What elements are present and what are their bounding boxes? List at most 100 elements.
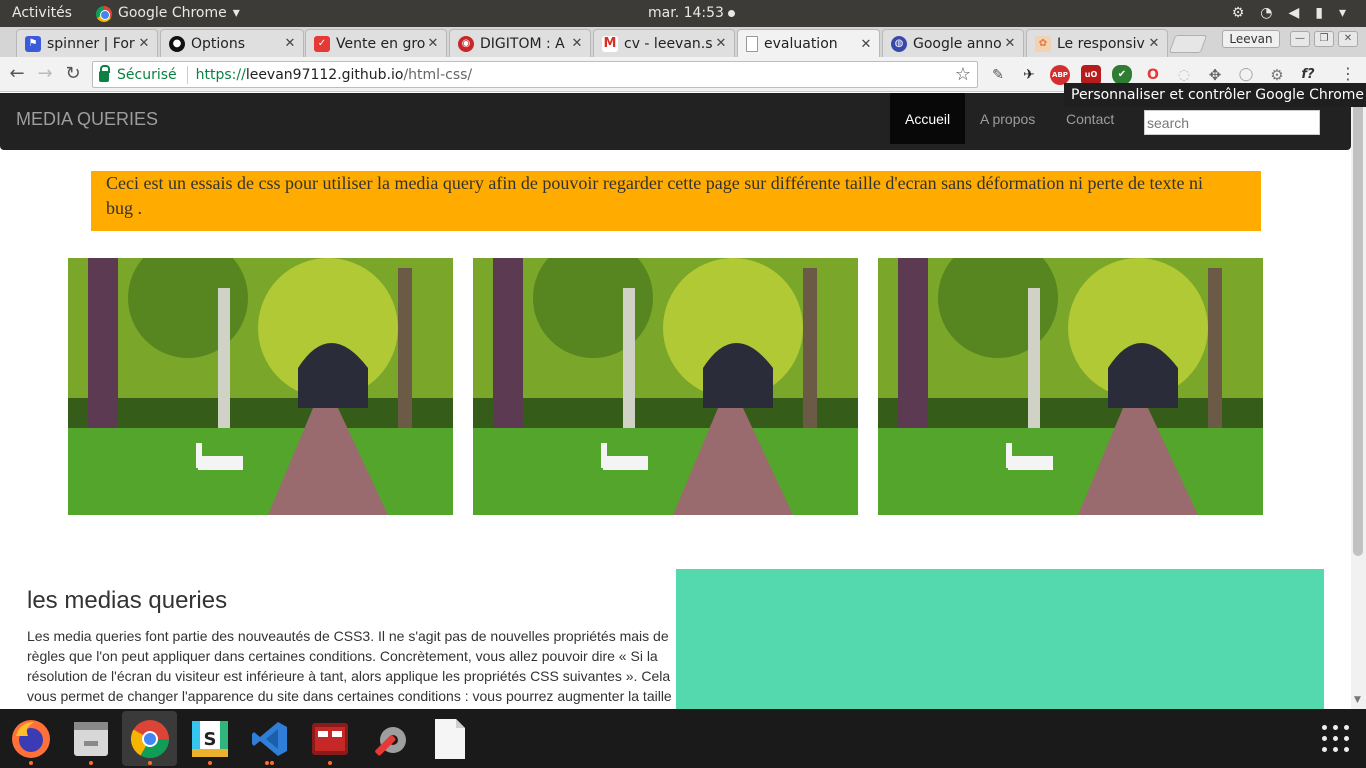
dock-firefox[interactable] <box>3 711 58 766</box>
dock-chrome[interactable] <box>122 711 177 766</box>
move-arrows-icon[interactable]: ✥ <box>1205 65 1225 85</box>
tab-spinner[interactable]: ⚑ spinner | For ✕ <box>16 29 158 57</box>
tab-responsive[interactable]: ✿ Le responsiv ✕ <box>1026 29 1168 57</box>
settings-tools-icon <box>374 726 406 755</box>
running-indicator <box>265 761 269 765</box>
scroll-down-arrow-icon[interactable]: ▼ <box>1354 695 1361 705</box>
dock-text-file[interactable] <box>422 711 477 766</box>
clock-label: mar. 14:53 <box>648 5 724 21</box>
app-menu[interactable]: Google Chrome ▾ <box>96 0 240 27</box>
close-icon[interactable]: ✕ <box>570 36 584 51</box>
forward-icon[interactable]: → <box>34 63 56 85</box>
dock-vscode[interactable] <box>242 711 297 766</box>
system-tray[interactable]: ⚙ ◔ ◀ ▮ ▾ <box>1232 0 1346 27</box>
close-window-icon[interactable]: ✕ <box>1338 31 1358 47</box>
grey-circle-icon[interactable]: ◌ <box>1174 65 1194 85</box>
settings-gear-icon[interactable]: ⚙ <box>1267 65 1287 85</box>
minimize-icon[interactable]: — <box>1290 31 1310 47</box>
forest-path-image <box>878 258 1263 515</box>
flag-icon: ⚑ <box>25 35 41 52</box>
site-brand[interactable]: MEDIA QUERIES <box>16 109 158 130</box>
shield-check-icon[interactable]: ✔ <box>1112 65 1132 85</box>
code-circle-icon[interactable]: ◯ <box>1236 65 1256 85</box>
maximize-icon[interactable]: ❐ <box>1314 31 1334 47</box>
dock-settings[interactable] <box>362 711 417 766</box>
tab-label: Google anno <box>913 35 1002 52</box>
close-icon[interactable]: ✕ <box>426 36 440 51</box>
close-icon[interactable]: ✕ <box>714 36 728 51</box>
chrome-icon <box>96 5 112 22</box>
google-ads-icon: ◍ <box>891 35 907 52</box>
page-scrollbar[interactable]: ▼ <box>1351 92 1366 709</box>
text-file-icon <box>434 718 465 759</box>
url-host: leevan97112.github.io <box>245 66 404 83</box>
tab-options[interactable]: ● Options ✕ <box>160 29 304 57</box>
tab-vente[interactable]: ✓ Vente en gro ✕ <box>305 29 447 57</box>
ublock-icon[interactable]: uO <box>1081 65 1101 85</box>
github-icon: ● <box>169 35 185 52</box>
document-icon <box>746 36 758 52</box>
dock-slack[interactable]: S <box>182 711 237 766</box>
eyedropper-icon[interactable]: ✎ <box>988 65 1008 85</box>
lock-icon[interactable] <box>99 65 110 82</box>
opera-icon[interactable]: O <box>1143 65 1163 85</box>
tab-label: cv - leevan.s <box>624 35 713 52</box>
terminal-icon <box>311 722 348 755</box>
chrome-menu-icon[interactable]: ⋮ <box>1340 65 1356 83</box>
activities-button[interactable]: Activités <box>12 0 72 27</box>
nav-link-accueil[interactable]: Accueil <box>890 93 966 144</box>
web-page: MEDIA QUERIES Accueil A propos Contact C… <box>0 92 1366 709</box>
pocket-icon: ✓ <box>314 35 330 52</box>
battery-icon[interactable]: ▮ <box>1315 0 1323 27</box>
url-path: /html-css/ <box>403 66 473 83</box>
search-input[interactable] <box>1144 110 1320 135</box>
gnome-top-bar: Activités Google Chrome ▾ mar. 14:53 ⚙ ◔… <box>0 0 1366 27</box>
intro-box: Ceci est un essais de css pour utiliser … <box>91 171 1261 231</box>
profile-button[interactable]: Leevan <box>1222 30 1280 48</box>
slack-icon: S <box>191 720 228 757</box>
green-block <box>676 569 1324 709</box>
new-tab-button[interactable] <box>1168 35 1208 53</box>
bookmark-star-icon[interactable]: ☆ <box>955 64 971 85</box>
running-indicator <box>147 761 152 765</box>
fonts-icon[interactable]: f? <box>1298 65 1318 85</box>
tab-google-ads[interactable]: ◍ Google anno ✕ <box>882 29 1024 57</box>
tab-evaluation[interactable]: evaluation ✕ <box>737 29 880 58</box>
back-icon[interactable]: ← <box>6 63 28 85</box>
running-indicator <box>28 761 33 765</box>
running-indicator <box>88 761 93 765</box>
bird-icon[interactable]: ✈ <box>1019 65 1039 85</box>
extensions-bar: ✎ ✈ ABP uO ✔ O ◌ ✥ ◯ ⚙ f? <box>988 65 1318 85</box>
content-column: les medias queries Les media queries fon… <box>27 586 675 706</box>
omnibox-divider <box>186 65 188 84</box>
running-indicator <box>270 761 274 765</box>
tab-label: Options <box>191 35 246 52</box>
dock-terminal[interactable] <box>302 711 357 766</box>
tab-label: Vente en gro <box>336 35 426 52</box>
chrome-icon <box>130 719 169 758</box>
close-icon[interactable]: ✕ <box>283 36 297 51</box>
dock-files[interactable] <box>63 711 118 766</box>
show-applications-icon[interactable] <box>1322 725 1350 753</box>
reload-icon[interactable]: ↻ <box>62 63 84 85</box>
clock[interactable]: mar. 14:53 <box>648 0 735 27</box>
tab-gmail-cv[interactable]: M cv - leevan.s ✕ <box>593 29 735 57</box>
address-bar[interactable]: Sécurisé https://leevan97112.github.io/h… <box>92 61 978 88</box>
volume-icon[interactable]: ◀ <box>1288 0 1299 27</box>
running-indicator <box>327 761 332 765</box>
url-scheme: https:// <box>195 66 246 83</box>
close-icon[interactable]: ✕ <box>137 36 151 51</box>
chevron-down-icon[interactable]: ▾ <box>1339 0 1346 27</box>
settings-gear-icon[interactable]: ⚙ <box>1232 0 1245 27</box>
close-icon[interactable]: ✕ <box>1003 36 1017 51</box>
nav-link-a-propos[interactable]: A propos <box>965 93 1050 144</box>
palette-icon: ✿ <box>1035 35 1051 52</box>
secure-label[interactable]: Sécurisé <box>117 67 177 83</box>
close-icon[interactable]: ✕ <box>1147 36 1161 51</box>
adblock-plus-icon[interactable]: ABP <box>1050 65 1070 85</box>
running-indicator <box>207 761 212 765</box>
tab-digitom[interactable]: ◉ DIGITOM : A ✕ <box>449 29 591 57</box>
close-icon[interactable]: ✕ <box>859 37 873 52</box>
scrollbar-thumb[interactable] <box>1353 94 1363 556</box>
wifi-icon[interactable]: ◔ <box>1260 0 1272 27</box>
